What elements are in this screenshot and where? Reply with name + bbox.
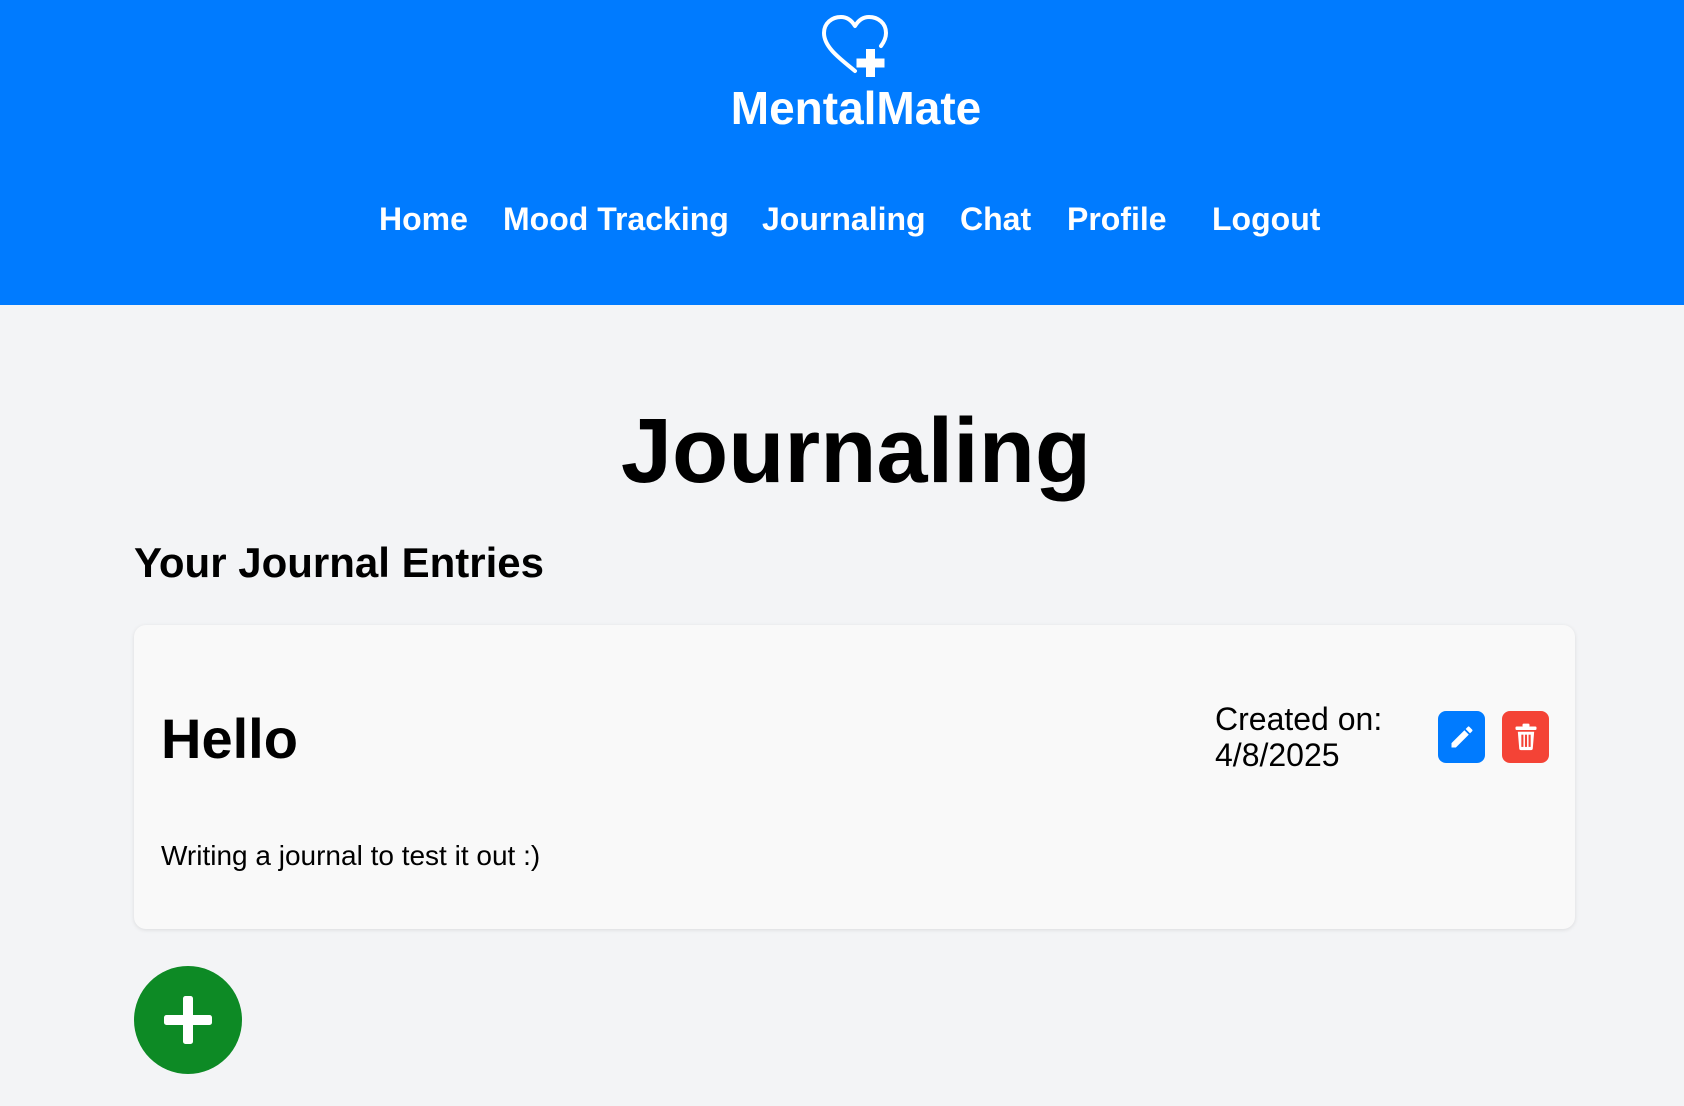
- add-entry-button[interactable]: [134, 966, 242, 1074]
- nav-profile[interactable]: Profile: [1067, 196, 1167, 242]
- entry-created-date: Created on: 4/8/2025: [1215, 701, 1382, 773]
- plus-icon: [164, 996, 212, 1044]
- heart-plus-icon: [822, 15, 888, 77]
- delete-entry-button[interactable]: [1502, 711, 1549, 763]
- edit-entry-button[interactable]: [1438, 711, 1485, 763]
- trash-icon: [1515, 723, 1536, 751]
- page-title: Journaling: [620, 400, 1092, 502]
- journal-entry-card: Hello Created on: 4/8/2025 Writing a jou…: [134, 625, 1575, 929]
- created-date: 4/8/2025: [1215, 737, 1340, 773]
- created-label: Created on:: [1215, 701, 1383, 737]
- section-title: Your Journal Entries: [134, 539, 544, 586]
- nav-logout[interactable]: Logout: [1212, 196, 1320, 242]
- nav-home[interactable]: Home: [379, 196, 468, 242]
- site-header: MentalMate Home Mood Tracking Journaling…: [0, 0, 1684, 305]
- nav-mood-tracking[interactable]: Mood Tracking: [503, 196, 729, 242]
- pencil-icon: [1451, 726, 1473, 748]
- main-nav: Home Mood Tracking Journaling Chat Profi…: [0, 196, 1684, 242]
- nav-chat[interactable]: Chat: [960, 196, 1031, 242]
- nav-journaling[interactable]: Journaling: [762, 196, 926, 242]
- entry-title: Hello: [161, 707, 298, 770]
- brand-name[interactable]: MentalMate: [0, 80, 1684, 136]
- entry-body: Writing a journal to test it out :): [161, 840, 541, 871]
